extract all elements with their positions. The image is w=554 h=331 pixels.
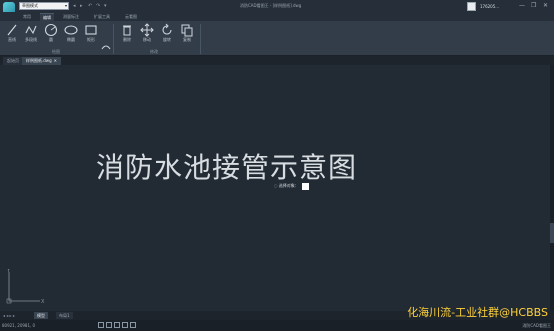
- ucs-axis-icon: Y X: [6, 269, 45, 305]
- window-title: 消防CAD看图王 - [样例图纸].dwg: [240, 3, 302, 8]
- title-bar: 草图模式 ▾ ◂ ▸ ↶ ↷ ▾ 消防CAD看图王 - [样例图纸].dwg 1…: [0, 0, 554, 14]
- forward-icon[interactable]: ▸: [80, 2, 83, 10]
- tab-common[interactable]: 常用: [20, 13, 34, 20]
- close-button[interactable]: ✕: [543, 2, 548, 10]
- user-name[interactable]: 176205...: [480, 4, 499, 9]
- copy-icon: [181, 24, 193, 37]
- cursor-pickbox: [302, 182, 310, 190]
- ellipse-icon: [64, 25, 78, 35]
- close-tab-icon[interactable]: ✕: [54, 58, 57, 63]
- watermark: 化海川流-工业社群@HCBBS: [407, 306, 548, 319]
- ellipse-tool-button[interactable]: 椭圆: [61, 23, 81, 47]
- delete-tool-button[interactable]: 删除: [117, 23, 137, 47]
- polyline-icon: [25, 25, 37, 35]
- rectangle-icon: [85, 25, 97, 35]
- mode-select-value: 草图模式: [22, 3, 38, 8]
- move-icon: [140, 23, 154, 37]
- ellipse-tool-label: 椭圆: [67, 37, 75, 42]
- lineweight-icon[interactable]: [130, 322, 136, 328]
- tab-start-page[interactable]: 起始页: [3, 57, 23, 65]
- group-divider: [200, 24, 201, 54]
- maximize-button[interactable]: ❐: [531, 2, 536, 10]
- vertical-scrollbar[interactable]: [550, 65, 554, 311]
- tab-layout1[interactable]: 布局1: [56, 312, 73, 319]
- rotate-tool-button[interactable]: 旋转: [157, 23, 177, 47]
- copy-tool-label: 复制: [183, 37, 191, 42]
- grid-icon[interactable]: [106, 322, 112, 328]
- tab-extensions[interactable]: 扩展工具: [91, 13, 113, 20]
- ribbon: 直线 多段线 圆 椭圆 矩形 绘图 删除 移动 旋转 复制 修改: [0, 21, 554, 56]
- move-tool-label: 移动: [143, 37, 151, 42]
- delete-tool-label: 删除: [123, 37, 131, 42]
- arc-icon: [101, 45, 111, 50]
- command-tooltip: ◌ 选择对象：: [274, 182, 310, 190]
- group-divider: [113, 24, 114, 54]
- redo-icon[interactable]: ↷: [96, 2, 100, 10]
- scrollbar-thumb[interactable]: [550, 223, 554, 243]
- rotate-icon: [162, 23, 172, 35]
- tab-drawing-label: 样例图纸.dwg: [26, 58, 52, 63]
- tab-measure[interactable]: 测量标注: [60, 13, 82, 20]
- rotate-tool-label: 旋转: [163, 37, 171, 42]
- tab-model[interactable]: 模型: [34, 312, 48, 319]
- line-icon: [7, 24, 17, 36]
- polyline-tool-button[interactable]: 多段线: [21, 23, 41, 47]
- tab-cloud[interactable]: 云看图: [122, 13, 140, 20]
- cursor-icon: ◌: [274, 183, 278, 188]
- menu-bar: 常用 编辑 测量标注 扩展工具 云看图: [0, 12, 554, 21]
- ortho-icon[interactable]: [114, 322, 120, 328]
- mode-select[interactable]: 草图模式 ▾: [19, 2, 69, 10]
- drawing-canvas[interactable]: 消防水池接管示意图 ◌ 选择对象： Y X: [0, 65, 550, 311]
- svg-text:Y: Y: [6, 269, 11, 274]
- status-app-name: 消防CAD看图王: [522, 323, 551, 328]
- layout-nav-arrows[interactable]: ◂ ◂ ▸ ▸: [3, 312, 15, 319]
- circle-tool-label: 圆: [49, 37, 53, 42]
- status-bar: 80921, 20981, 0 消防CAD看图王: [0, 320, 554, 331]
- trash-icon: [123, 25, 131, 36]
- polyline-tool-label: 多段线: [25, 37, 37, 42]
- move-tool-button[interactable]: 移动: [137, 23, 157, 47]
- circle-tool-button[interactable]: 圆: [41, 23, 61, 47]
- copy-tool-button[interactable]: 复制: [177, 23, 197, 47]
- user-avatar[interactable]: [467, 2, 476, 11]
- document-tab-bar: 起始页 样例图纸.dwg ✕: [0, 56, 554, 65]
- rectangle-tool-label: 矩形: [87, 37, 95, 42]
- line-tool-button[interactable]: 直线: [2, 23, 22, 47]
- tab-drawing[interactable]: 样例图纸.dwg ✕: [22, 57, 61, 65]
- minimize-button[interactable]: —: [519, 2, 525, 10]
- drawing-title-text: 消防水池接管示意图: [96, 151, 358, 184]
- osnap-icon[interactable]: [122, 322, 128, 328]
- cursor-coordinates: 80921, 20981, 0: [2, 323, 36, 328]
- circle-icon: [44, 23, 58, 37]
- snap-icon[interactable]: [98, 322, 104, 328]
- draw-group-label: 绘图: [52, 49, 60, 54]
- modify-group-label: 修改: [150, 49, 158, 54]
- command-prompt: 选择对象：: [278, 183, 299, 188]
- undo-icon[interactable]: ↶: [88, 2, 92, 10]
- rectangle-tool-button[interactable]: 矩形: [81, 23, 101, 47]
- chevron-down-icon: ▾: [64, 3, 67, 8]
- quick-access-menu-icon[interactable]: ▾: [104, 2, 107, 10]
- back-icon[interactable]: ◂: [73, 2, 76, 10]
- arc-tool-button[interactable]: [101, 43, 111, 51]
- tab-edit[interactable]: 编辑: [40, 13, 54, 21]
- svg-text:X: X: [41, 299, 45, 305]
- line-tool-label: 直线: [8, 37, 16, 42]
